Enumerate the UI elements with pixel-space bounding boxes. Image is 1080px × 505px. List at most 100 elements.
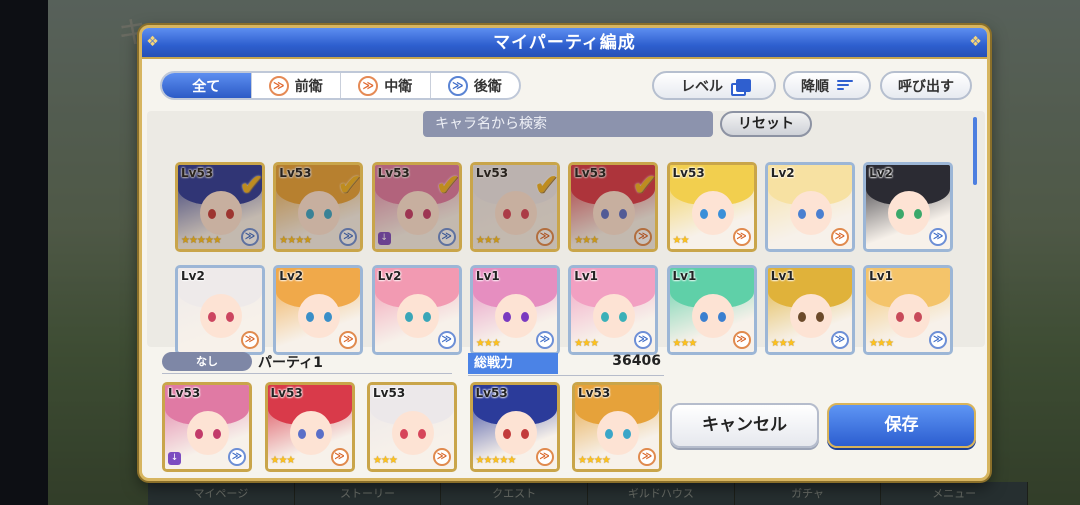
party-slot-card[interactable]: Lv53 ★★★ ≫ [367,382,457,472]
nav-item: ギルドハウス [588,482,735,505]
party-slot-card[interactable]: Lv53 ★★★★ ≫ [572,382,662,472]
portrait-face [200,294,242,338]
portrait-face [396,191,439,235]
rarity-stars: ★★★ [270,455,296,466]
portrait-face [593,191,636,235]
character-level: Lv53 [475,386,508,400]
portrait-eye [699,209,708,219]
selected-check-icon: ✔ [435,168,461,203]
character-card[interactable]: Lv2 ≫ [175,265,265,355]
character-card[interactable]: Lv2 ≫ [863,162,954,252]
filter-tab-all[interactable]: 全て [162,73,252,98]
position-badge-icon: ≫ [437,331,456,349]
search-reset-button[interactable]: リセット [720,111,812,137]
load-party-button[interactable]: 呼び出す [880,71,972,100]
position-badge-icon: ≫ [830,331,849,349]
rarity-stars: ★★★★ [578,455,611,466]
portrait-face [298,294,341,338]
party-slot-card[interactable]: Lv53 ★★★★★ ≫ [469,382,560,472]
character-level: Lv53 [181,166,214,180]
position-badge-icon: ≫ [437,228,456,246]
sort-key-button[interactable]: レベル [652,71,776,100]
portrait-face [494,294,537,338]
list-scrollbar[interactable] [973,117,977,185]
selected-check-icon: ✔ [337,168,363,203]
portrait-face [691,294,734,338]
sort-order-button[interactable]: 降順 [783,71,871,100]
portrait-face [494,411,537,455]
nav-item: クエスト [441,482,589,505]
position-badge-icon: ≫ [228,448,246,466]
portrait-face [289,411,332,455]
rarity-stars: ★★★★★ [475,455,517,466]
party-slot-card[interactable]: Lv53 ★★★ ≫ [264,382,355,472]
portrait-face [789,294,832,338]
cancel-button[interactable]: キャンセル [670,403,819,448]
portrait-face [888,294,931,338]
character-level: Lv2 [377,269,402,283]
portrait-eye [699,312,708,322]
character-card[interactable]: Lv53 ★★★ ≫ ✔ [469,162,560,252]
portrait-eye [797,209,806,219]
portrait-face [392,411,434,455]
position-badge-icon: ≫ [433,448,451,466]
character-card[interactable]: Lv53 ★★★★★ ≫ ✔ [175,162,265,252]
portrait-eye [502,312,511,322]
character-card[interactable]: Lv53 ↓ ≫ ✔ [371,162,462,252]
character-level: Lv53 [168,386,201,400]
portrait-eye [914,209,923,219]
character-card[interactable]: Lv1 ★★★ ≫ [863,265,954,355]
character-card[interactable]: Lv2 ≫ [371,265,462,355]
character-card[interactable]: Lv1 ★★★ ≫ [666,265,757,355]
character-card[interactable]: Lv1 ★★★ ≫ [469,265,560,355]
portrait-eye [418,429,426,439]
portrait-eye [226,209,234,219]
character-card[interactable]: Lv1 ★★★ ≫ [568,265,659,355]
character-level: Lv1 [672,269,697,283]
character-card[interactable]: Lv53 ★★★ ≫ ✔ [568,162,659,252]
portrait-eye [914,312,923,322]
character-card[interactable]: Lv2 ≫ [273,265,364,355]
party-name[interactable]: パーティ1 [258,352,323,372]
selected-check-icon: ✔ [632,168,658,203]
position-badge-icon: ≫ [535,228,554,246]
portrait-eye [797,312,806,322]
total-power-label: 総戦力 [468,353,558,374]
portrait-eye [404,312,413,322]
position-badge-icon: ≫ [330,448,349,466]
portrait-eye [324,209,333,219]
nav-item: ストーリー [294,482,442,505]
party-slot-card[interactable]: Lv53 ↓ ≫ [162,382,252,472]
portrait-eye [520,209,529,219]
character-level: Lv2 [869,166,893,180]
filter-tab-label: 全て [192,78,221,95]
portrait-hair [374,165,459,206]
portrait-face [200,191,242,235]
character-card[interactable]: Lv53 ★★ ≫ [666,162,757,252]
character-card[interactable]: Lv2 ≫ [764,162,855,252]
character-level: Lv53 [578,386,611,400]
character-search-input[interactable]: キャラ名から検索 [423,111,713,137]
character-level: Lv53 [270,386,303,400]
front-position-icon: ≫ [268,75,289,96]
portrait-eye [208,209,216,219]
sort-order-label: 降順 [801,78,829,95]
character-level: Lv53 [377,166,410,180]
portrait-face [888,191,931,235]
rarity-stars: ★★★ [373,455,398,466]
portrait-eye [717,209,726,219]
character-card[interactable]: Lv1 ★★★ ≫ [764,265,855,355]
filter-tab-middle[interactable]: ≫ 中衛 [341,73,431,98]
character-list-panel[interactable]: キャラ名から検索 リセット Lv53 ★★★★★ ≫ ✔ Lv53 ★★★★ ≫ ✔ Lv53 ↓… [147,111,985,355]
party-tag: なし [162,352,252,371]
character-level: Lv53 [672,166,705,180]
filter-tab-front[interactable]: ≫ 前衛 [252,73,341,98]
save-button[interactable]: 保存 [827,403,976,448]
portrait-eye [601,209,610,219]
divider [468,375,664,376]
character-card[interactable]: Lv53 ★★★★ ≫ ✔ [273,162,364,252]
filter-tab-label: 中衛 [384,78,413,95]
portrait-eye [315,429,324,439]
position-badge-icon: ≫ [638,448,656,466]
filter-tab-back[interactable]: ≫ 後衛 [431,73,520,98]
